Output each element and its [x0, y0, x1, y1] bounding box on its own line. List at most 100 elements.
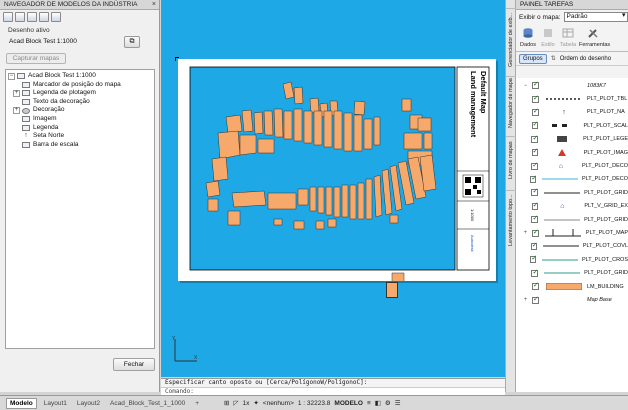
map-select-row: Exibir o mapa: Padrão: [516, 10, 628, 24]
layer-visibility-checkbox[interactable]: [532, 80, 539, 90]
layer-row[interactable]: PLT_PLOT_GRID: [516, 213, 628, 226]
layer-row[interactable]: − 1083K7: [516, 79, 628, 92]
layer-style-group-icon: [545, 82, 583, 90]
layer-label: PLT_PLOT_MAP: [585, 230, 628, 237]
tree-item[interactable]: + Decoração: [8, 106, 154, 115]
style-button[interactable]: Estilo: [539, 27, 557, 51]
layer-label: 1083K7: [587, 82, 606, 89]
close-icon[interactable]: ×: [152, 0, 156, 10]
layer-visibility-checkbox[interactable]: [530, 174, 537, 183]
database-icon: [523, 28, 533, 38]
layer-style-bluemark-icon: ⌂: [558, 162, 563, 170]
layer-visibility-checkbox[interactable]: [532, 107, 539, 116]
groups-view-button[interactable]: Grupos: [519, 53, 547, 64]
tree-item[interactable]: − Acad Block Test 1:1000: [8, 72, 154, 81]
layer-row[interactable]: PLT_PLOT_LEGE: [516, 133, 628, 146]
layer-label: PLT_PLOT_GRID: [584, 270, 628, 277]
task-pane-tabs: Gerenciador de exib... Navegador de mapa…: [505, 0, 517, 392]
expand-icon[interactable]: +: [522, 297, 529, 303]
model-toggle[interactable]: MODELO: [334, 400, 363, 407]
layer-visibility-checkbox[interactable]: [532, 94, 539, 103]
open-icon[interactable]: [3, 12, 13, 22]
layer-row[interactable]: PLT_PLOT_IMAG: [516, 146, 628, 159]
layer-row[interactable]: ⌂ PLT_V_GRID_EX: [516, 200, 628, 213]
select-drawing-button[interactable]: ⧉: [124, 36, 140, 48]
table-icon[interactable]: [51, 12, 61, 22]
tools-button[interactable]: Ferramentas: [579, 27, 610, 51]
layer-row[interactable]: + PLT_PLOT_MAP: [516, 226, 628, 239]
command-input[interactable]: Comando:: [161, 387, 505, 395]
layer-row[interactable]: ↑ PLT_PLOT_NA: [516, 106, 628, 119]
layer-row[interactable]: ⌂ PLT_PLOT_DECO: [516, 159, 628, 172]
layer-row[interactable]: PLT_PLOT_COVL: [516, 240, 628, 253]
layer-visibility-checkbox[interactable]: [530, 241, 538, 250]
layer-visibility-checkbox[interactable]: [531, 120, 539, 130]
layer-row[interactable]: PLT_PLOT_CROS: [516, 253, 628, 266]
expand-icon[interactable]: +: [522, 230, 529, 236]
draw-order-button[interactable]: Ordem do desenho: [560, 56, 611, 62]
building-outside-sheet: [386, 282, 398, 298]
data-button[interactable]: Dados: [519, 27, 537, 51]
expand-icon[interactable]: +: [13, 89, 20, 97]
expand-icon[interactable]: +: [13, 107, 20, 115]
transparency-icon[interactable]: ◧: [375, 399, 381, 407]
annotation-scale[interactable]: <nenhum>: [263, 400, 294, 407]
layer-row[interactable]: + Map Base: [516, 293, 628, 306]
layer-visibility-checkbox[interactable]: [531, 147, 539, 157]
tab-layout2[interactable]: Layout2: [74, 399, 103, 408]
lineweight-icon[interactable]: ≡: [367, 400, 371, 407]
table-button[interactable]: Tabela: [559, 27, 577, 51]
map-select-dropdown[interactable]: Padrão: [563, 12, 628, 22]
legend-icon: [22, 124, 30, 131]
collapse-icon[interactable]: −: [8, 72, 15, 80]
map-placeholder-icon: [22, 81, 30, 88]
layer-row[interactable]: PLT_PLOT_GRID: [516, 186, 628, 199]
layer-style-tealline-icon: [544, 269, 581, 277]
layer-row[interactable]: PLT_PLOT_SCAL: [516, 119, 628, 132]
tree-item[interactable]: Texto da decoração: [8, 98, 154, 107]
north-arrow-icon: ↑: [24, 132, 28, 140]
grid-icon[interactable]: ⊞: [224, 399, 229, 407]
layer-visibility-checkbox[interactable]: [530, 254, 537, 264]
layer-visibility-checkbox[interactable]: [531, 214, 539, 224]
layer-visibility-checkbox[interactable]: [531, 228, 539, 237]
layer-visibility-checkbox[interactable]: [531, 161, 538, 170]
snap-value[interactable]: 1x: [242, 400, 249, 407]
refresh-icon[interactable]: [15, 12, 25, 22]
drawing-canvas[interactable]: Land management Default Map 1:1000 Autod…: [161, 0, 505, 377]
tree-item[interactable]: Legenda: [8, 124, 154, 133]
snap-icon[interactable]: ◸: [233, 399, 238, 407]
workspace-icon[interactable]: ⚙: [385, 399, 391, 407]
tree-item[interactable]: Marcador de posição do mapa: [8, 81, 154, 90]
layer-visibility-checkbox[interactable]: [531, 187, 539, 197]
zoom-icon[interactable]: [27, 12, 37, 22]
data-button-label: Dados: [520, 42, 536, 48]
layer-visibility-checkbox[interactable]: [531, 134, 539, 143]
tab-layout1[interactable]: Layout1: [41, 399, 70, 408]
layer-row[interactable]: PLT_PLOT_GRID: [516, 267, 628, 280]
layer-row[interactable]: LM_BUILDING: [516, 280, 628, 293]
add-layout-button[interactable]: +: [192, 399, 202, 408]
layer-visibility-checkbox[interactable]: [531, 201, 539, 210]
customize-icon[interactable]: ☰: [395, 399, 401, 407]
tree-item[interactable]: ↑ Seta Norte: [8, 132, 154, 141]
tab-model[interactable]: Modelo: [6, 397, 37, 409]
collapse-icon[interactable]: −: [522, 83, 529, 89]
layer-style-bluemark-icon: ⌂: [560, 202, 565, 210]
layer-visibility-checkbox[interactable]: [531, 268, 539, 277]
tree-item[interactable]: + Legenda de plotagem: [8, 89, 154, 98]
tree-item[interactable]: Barra de escala: [8, 141, 154, 150]
close-button[interactable]: Fechar: [113, 358, 155, 371]
layout-icon[interactable]: [39, 12, 49, 22]
layer-row[interactable]: PLT_PLOT_DECO: [516, 173, 628, 186]
display-manager-toolbar: Dados Estilo Tabela Ferramentas: [516, 24, 628, 52]
capture-maps-button: Capturar mapas: [6, 53, 66, 64]
draw-order-icon[interactable]: ⇅: [551, 55, 556, 62]
layer-row[interactable]: PLT_PLOT_TBL: [516, 92, 628, 105]
scale-value[interactable]: 1 : 32223.8: [298, 400, 331, 407]
layer-visibility-checkbox[interactable]: [532, 281, 539, 291]
layer-visibility-checkbox[interactable]: [532, 295, 539, 304]
osnap-icon[interactable]: ✦: [253, 399, 258, 407]
tab-acad-block-test[interactable]: Acad_Block_Test_1_1000: [107, 399, 188, 408]
tree-item[interactable]: Imagem: [8, 115, 154, 124]
